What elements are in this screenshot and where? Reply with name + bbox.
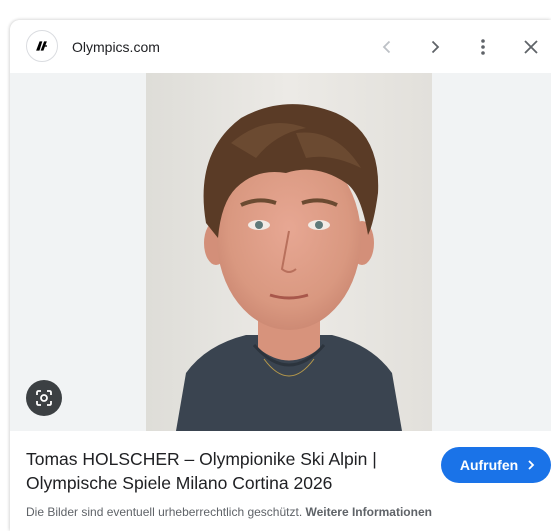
copyright-text: Die Bilder sind eventuell urheberrechtli… — [26, 505, 306, 519]
open-page-button[interactable]: Aufrufen — [441, 447, 551, 483]
chevron-right-icon — [526, 460, 536, 470]
image-area — [10, 73, 551, 431]
preview-header: Olympics.com — [10, 20, 551, 73]
result-title[interactable]: Tomas HOLSCHER – Olympionike Ski Alpin |… — [26, 447, 426, 495]
google-lens-icon — [36, 390, 52, 406]
olympics-logo-icon[interactable] — [26, 30, 58, 62]
chevron-right-icon — [431, 40, 440, 54]
more-options-button[interactable] — [469, 33, 497, 61]
google-lens-button[interactable] — [26, 380, 62, 416]
copyright-note: Die Bilder sind eventuell urheberrechtli… — [26, 504, 432, 520]
next-image-button[interactable] — [421, 33, 449, 61]
portrait-photo[interactable] — [146, 73, 432, 431]
chevron-left-icon — [382, 40, 391, 54]
close-button[interactable] — [517, 33, 545, 61]
previous-image-button[interactable] — [373, 33, 401, 61]
open-page-label: Aufrufen — [459, 457, 519, 473]
result-title-line-2: Olympische Spiele Milano Cortina 2026 — [26, 473, 333, 493]
site-name[interactable]: Olympics.com — [72, 37, 160, 57]
close-icon — [524, 40, 538, 54]
image-preview-panel: Olympics.com Tomas HOLSCHER – Olympionik… — [10, 20, 551, 531]
result-title-line-1: Tomas HOLSCHER – Olympionike Ski Alpin | — [26, 449, 377, 469]
more-vert-icon — [481, 39, 485, 55]
more-info-link[interactable]: Weitere Informationen — [305, 505, 431, 519]
